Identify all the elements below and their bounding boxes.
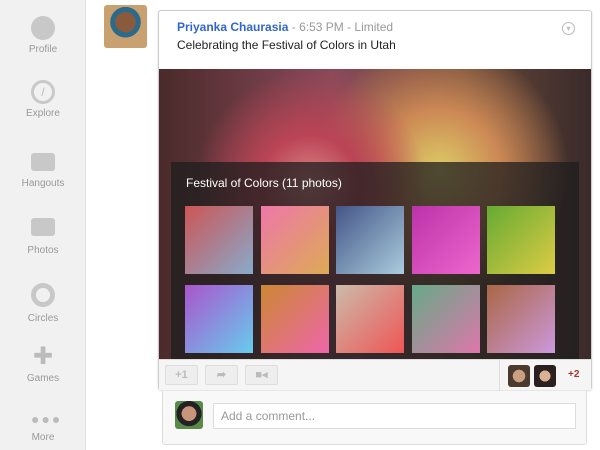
share-arrow-icon: ➦: [216, 369, 227, 381]
video-camera-icon: [31, 153, 55, 171]
author-name[interactable]: Priyanka Chaurasia: [177, 20, 288, 34]
album-thumbnail[interactable]: [411, 206, 480, 274]
user-avatar: [175, 401, 203, 429]
video-camera-icon: ■◂: [255, 369, 268, 381]
album-title[interactable]: Festival of Colors (11 photos): [186, 176, 342, 190]
action-bar: +1 ➦ ■◂ +2: [159, 359, 591, 391]
comment-input[interactable]: Add a comment...: [213, 403, 576, 429]
sidebar-label: Hangouts: [21, 178, 65, 189]
puzzle-icon: ✚: [32, 343, 54, 370]
sidebar-label: Circles: [27, 313, 59, 324]
author-avatar[interactable]: [104, 5, 147, 48]
album-thumbnail[interactable]: [185, 285, 253, 353]
sidebar-item-explore[interactable]: / Explore: [0, 80, 86, 119]
sidebar-item-more[interactable]: ●●● More: [0, 412, 86, 443]
sidebar-item-profile[interactable]: Profile: [0, 16, 86, 55]
comment-box: Add a comment...: [162, 391, 587, 445]
sidebar-item-photos[interactable]: Photos: [0, 215, 86, 256]
circles-icon: [31, 283, 55, 307]
compass-icon: /: [31, 80, 55, 104]
sidebar-label: Games: [26, 373, 60, 384]
album-thumbnail[interactable]: [260, 285, 329, 353]
profile-icon: [31, 16, 55, 40]
sidebar-label: Explore: [26, 108, 60, 119]
album-thumbnail[interactable]: [336, 285, 404, 353]
sidebar-label: Profile: [28, 44, 58, 55]
sidebar: Profile / Explore Hangouts Photos Circles…: [0, 0, 86, 450]
album-thumbnail[interactable]: [336, 206, 404, 274]
sidebar-label: More: [31, 432, 55, 443]
album-thumbnail[interactable]: [487, 206, 555, 274]
album-thumbnail[interactable]: [260, 206, 329, 274]
album-thumbnail[interactable]: [487, 285, 555, 353]
sidebar-label: Photos: [27, 245, 59, 256]
camera-icon: [31, 218, 55, 236]
sharers: +2: [499, 360, 591, 391]
post-card: Priyanka Chaurasia - 6:53 PM - Limited C…: [158, 10, 592, 391]
album-overlay: Festival of Colors (11 photos): [171, 162, 579, 359]
sharer-avatar[interactable]: [534, 365, 556, 387]
album-thumbnail[interactable]: [411, 285, 480, 353]
more-dots-icon: ●●●: [31, 411, 63, 427]
hangout-button[interactable]: ■◂: [245, 365, 278, 385]
share-button[interactable]: ➦: [205, 365, 238, 385]
post-meta: - 6:53 PM - Limited: [288, 20, 394, 34]
album-thumbnail[interactable]: [185, 206, 253, 274]
sidebar-item-games[interactable]: ✚ Games: [0, 343, 86, 385]
plus-one-button[interactable]: +1: [165, 365, 198, 385]
post-menu-chevron-icon[interactable]: ▾: [562, 22, 575, 35]
post-caption: Celebrating the Festival of Colors in Ut…: [177, 38, 396, 52]
sidebar-item-circles[interactable]: Circles: [0, 283, 86, 324]
sidebar-item-hangouts[interactable]: Hangouts: [0, 150, 86, 189]
post-photo[interactable]: Festival of Colors (11 photos): [159, 69, 591, 359]
sharer-avatar[interactable]: [508, 365, 530, 387]
more-sharers-count[interactable]: +2: [568, 369, 579, 380]
